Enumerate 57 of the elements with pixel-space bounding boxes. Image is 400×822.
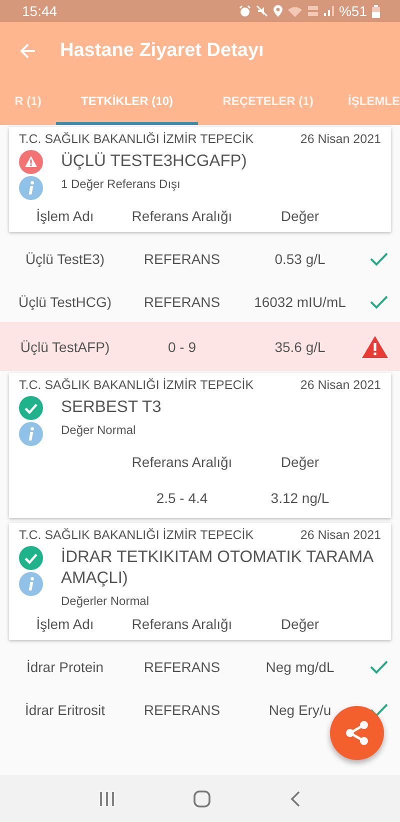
- info-icon: [19, 176, 43, 200]
- back-icon[interactable]: [289, 790, 301, 806]
- column-header: Değer: [280, 454, 320, 470]
- share-icon: [344, 720, 370, 746]
- result-summary: 1 Değer Referans Dışı: [61, 176, 182, 191]
- table-cell-text: 0.53 g/L: [274, 251, 326, 267]
- status-time: 15:44: [22, 3, 58, 19]
- table-cell-text: 0 - 9: [166, 338, 197, 354]
- column-header: Referans Aralığı: [130, 454, 234, 470]
- test-title: İDRAR TETKIKITAM OTOMATIK TARAMA AMAÇLI): [61, 546, 374, 589]
- test-title: SERBEST T3: [61, 397, 162, 418]
- wifi-icon: [288, 6, 302, 16]
- test-title: ÜÇLÜ TESTE3HCGAFP): [61, 151, 248, 172]
- hospital-name: T.C. SAĞLIK BAKANLIĞI İZMİR TEPECİK: [19, 528, 254, 542]
- column-header: Referans Aralığı: [130, 208, 234, 224]
- test-date: 26 Nisan 2021: [300, 132, 381, 146]
- table-cell-text: REFERANS: [142, 659, 222, 675]
- table-cell-text: REFERANS: [142, 251, 222, 267]
- table-cell-text: İdrar Eritrosit: [24, 702, 106, 718]
- mute-icon: [256, 5, 268, 17]
- result-summary: Değer Normal: [61, 422, 137, 437]
- hospital-name: T.C. SAĞLIK BAKANLIĞI İZMİR TEPECİK: [19, 378, 254, 392]
- test-date: 26 Nisan 2021: [300, 378, 381, 392]
- result-summary: Değerler Normal: [61, 593, 150, 608]
- table-cell-text: 16032 mIU/mL: [253, 294, 347, 310]
- location-icon: [272, 5, 283, 17]
- test-date: 26 Nisan 2021: [300, 528, 381, 542]
- info-icon: [19, 422, 43, 446]
- table-cell-text: Üçlü TestHCG): [17, 294, 113, 310]
- table-cell-text: REFERANS: [142, 294, 222, 310]
- home-icon[interactable]: [193, 790, 211, 808]
- recent-apps-icon[interactable]: [99, 790, 115, 806]
- table-cell-text: Neg Ery/u: [268, 702, 332, 718]
- tab[interactable]: İŞLEMLE: [338, 80, 400, 125]
- tab[interactable]: REÇETELER (1): [198, 80, 338, 125]
- column-header: İşlem Adı: [35, 208, 95, 224]
- column-header: Değer: [280, 208, 320, 224]
- table-cell-text: Üçlü TestE3): [24, 251, 106, 267]
- alarm-icon: [238, 5, 251, 17]
- battery-percent: %51: [338, 3, 367, 19]
- tab[interactable]: R (1): [0, 80, 56, 125]
- signal-icon: [324, 6, 334, 16]
- table-cell-text: REFERANS: [142, 702, 222, 718]
- table-cell-text: Üçlü TestAFP): [19, 338, 111, 354]
- screen-title: Hastane Ziyaret Detayı: [60, 40, 264, 62]
- hospital-name: T.C. SAĞLIK BAKANLIĞI İZMİR TEPECİK: [19, 132, 254, 146]
- table-cell-text: 2.5 - 4.4: [155, 490, 209, 506]
- table-cell-text: İdrar Protein: [25, 659, 105, 675]
- lte-icon: [306, 5, 319, 17]
- column-header: Referans Aralığı: [130, 616, 234, 632]
- column-header: Değer: [280, 616, 320, 632]
- column-header: İşlem Adı: [35, 616, 95, 632]
- info-icon: [19, 572, 43, 596]
- table-cell-text: 35.6 g/L: [274, 338, 326, 354]
- battery-icon: [372, 4, 380, 18]
- table-cell-text: 3.12 ng/L: [270, 490, 330, 506]
- table-cell-text: Neg mg/dL: [264, 659, 336, 675]
